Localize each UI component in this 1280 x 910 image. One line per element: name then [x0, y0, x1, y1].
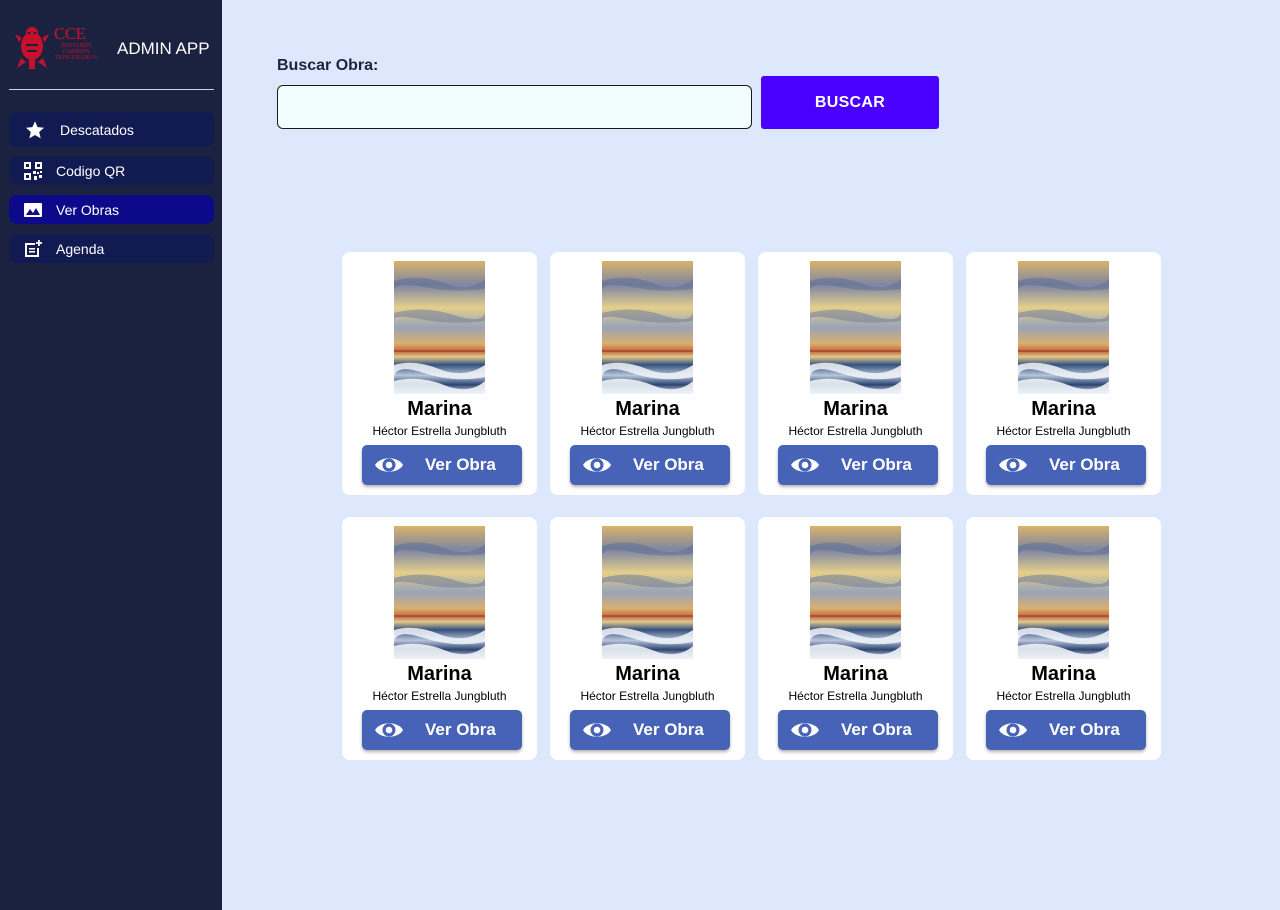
sidebar-item-codigo-qr[interactable]: Codigo QR — [9, 156, 214, 185]
artwork-image[interactable] — [810, 526, 901, 659]
artwork-image[interactable] — [602, 261, 693, 394]
ver-obra-button[interactable]: Ver Obra — [778, 445, 938, 485]
sidebar-item-ver-obras[interactable]: Ver Obras — [9, 195, 214, 224]
search-input[interactable] — [277, 85, 752, 129]
ver-obra-label: Ver Obra — [425, 455, 496, 474]
artwork-image[interactable] — [810, 261, 901, 394]
artwork-title: Marina — [407, 398, 472, 420]
artwork-author: Héctor Estrella Jungbluth — [996, 689, 1131, 703]
ver-obra-button[interactable]: Ver Obra — [778, 710, 938, 750]
artwork-card: Marina Héctor Estrella Jungbluth Ver Obr… — [342, 517, 537, 760]
ver-obra-label: Ver Obra — [1049, 455, 1120, 474]
artwork-image[interactable] — [394, 526, 485, 659]
logo-subtext: BENJAMÍN CARRIÓN TUNGURAHUA — [55, 43, 98, 61]
ver-obra-label: Ver Obra — [633, 720, 704, 739]
post-add-icon — [23, 239, 43, 259]
sidebar-item-label: Agenda — [56, 240, 105, 257]
sidebar-item-label: Codigo QR — [56, 162, 126, 179]
sidebar-item-label: Descatados — [60, 121, 134, 138]
ver-obra-button[interactable]: Ver Obra — [362, 445, 522, 485]
artwork-author: Héctor Estrella Jungbluth — [788, 424, 923, 438]
eye-icon — [790, 719, 820, 741]
ver-obra-button[interactable]: Ver Obra — [362, 710, 522, 750]
eye-icon — [998, 719, 1028, 741]
artwork-title: Marina — [615, 663, 680, 685]
artwork-card: Marina Héctor Estrella Jungbluth Ver Obr… — [758, 517, 953, 760]
eye-icon — [582, 454, 612, 476]
image-icon — [23, 200, 43, 220]
search-label: Buscar Obra: — [277, 57, 379, 74]
artwork-image[interactable] — [394, 261, 485, 394]
ver-obra-label: Ver Obra — [425, 720, 496, 739]
eye-icon — [374, 719, 404, 741]
artwork-author: Héctor Estrella Jungbluth — [372, 424, 507, 438]
ver-obra-label: Ver Obra — [633, 455, 704, 474]
cce-emblem-icon — [15, 27, 49, 69]
artwork-author: Héctor Estrella Jungbluth — [580, 424, 715, 438]
artwork-card: Marina Héctor Estrella Jungbluth Ver Obr… — [550, 517, 745, 760]
artwork-image[interactable] — [1018, 526, 1109, 659]
star-icon — [25, 120, 45, 140]
artwork-card: Marina Héctor Estrella Jungbluth Ver Obr… — [966, 517, 1161, 760]
eye-icon — [374, 454, 404, 476]
artwork-title: Marina — [823, 663, 888, 685]
brand-header: CCE BENJAMÍN CARRIÓN TUNGURAHUA ADMIN AP… — [0, 0, 222, 90]
ver-obra-button[interactable]: Ver Obra — [986, 710, 1146, 750]
artwork-author: Héctor Estrella Jungbluth — [372, 689, 507, 703]
eye-icon — [582, 719, 612, 741]
ver-obra-label: Ver Obra — [841, 455, 912, 474]
artwork-card: Marina Héctor Estrella Jungbluth Ver Obr… — [758, 252, 953, 495]
sidebar-item-label: Ver Obras — [56, 201, 120, 218]
ver-obra-label: Ver Obra — [1049, 720, 1120, 739]
eye-icon — [998, 454, 1028, 476]
artwork-title: Marina — [823, 398, 888, 420]
artwork-author: Héctor Estrella Jungbluth — [580, 689, 715, 703]
search-button[interactable]: BUSCAR — [761, 76, 939, 129]
cce-logo[interactable]: CCE BENJAMÍN CARRIÓN TUNGURAHUA — [14, 24, 98, 70]
qr-code-icon — [23, 161, 43, 181]
artwork-image[interactable] — [602, 526, 693, 659]
sidebar-item-agenda[interactable]: Agenda — [9, 234, 214, 263]
ver-obra-label: Ver Obra — [841, 720, 912, 739]
artwork-title: Marina — [1031, 398, 1096, 420]
sidebar: CCE BENJAMÍN CARRIÓN TUNGURAHUA ADMIN AP… — [0, 0, 222, 910]
artwork-card: Marina Héctor Estrella Jungbluth Ver Obr… — [342, 252, 537, 495]
artwork-card: Marina Héctor Estrella Jungbluth Ver Obr… — [966, 252, 1161, 495]
artwork-author: Héctor Estrella Jungbluth — [788, 689, 923, 703]
ver-obra-button[interactable]: Ver Obra — [570, 710, 730, 750]
app-title: ADMIN APP — [117, 39, 210, 58]
ver-obra-button[interactable]: Ver Obra — [986, 445, 1146, 485]
artwork-author: Héctor Estrella Jungbluth — [996, 424, 1131, 438]
artwork-card: Marina Héctor Estrella Jungbluth Ver Obr… — [550, 252, 745, 495]
artwork-grid: Marina Héctor Estrella Jungbluth Ver Obr… — [342, 252, 1162, 760]
eye-icon — [790, 454, 820, 476]
sidebar-divider — [9, 89, 214, 90]
sidebar-item-descatados[interactable]: Descatados — [9, 112, 214, 147]
artwork-title: Marina — [615, 398, 680, 420]
artwork-image[interactable] — [1018, 261, 1109, 394]
artwork-title: Marina — [1031, 663, 1096, 685]
logo-letters: CCE — [54, 24, 86, 43]
ver-obra-button[interactable]: Ver Obra — [570, 445, 730, 485]
artwork-title: Marina — [407, 663, 472, 685]
